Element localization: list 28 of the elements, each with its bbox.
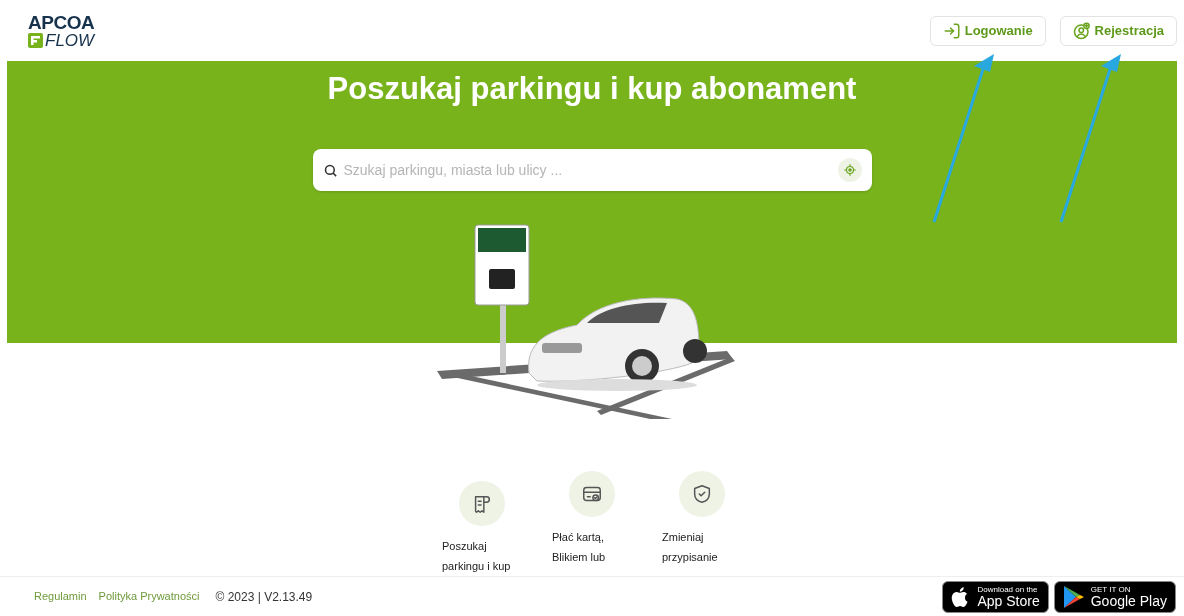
search-input[interactable]: Szukaj parkingu, miasta lub ulicy ... bbox=[343, 159, 832, 181]
footer-link[interactable]: Polityka Prywatności bbox=[98, 588, 200, 605]
register-button[interactable]: Rejestracja bbox=[1059, 15, 1177, 46]
login-button[interactable]: Logowanie bbox=[929, 15, 1046, 46]
store-badge[interactable]: GET IT ON Google Play bbox=[1053, 580, 1176, 613]
feature-text: Zmieniaj przypisanie bbox=[662, 530, 719, 565]
location-icon bbox=[842, 163, 857, 177]
logo-wordmark: APCOA bbox=[28, 12, 95, 32]
store-name: App Store bbox=[977, 593, 1040, 608]
shield-icon bbox=[691, 483, 713, 505]
store-name: Google Play bbox=[1090, 593, 1167, 608]
login-icon bbox=[942, 21, 961, 40]
store-caption: GET IT ON bbox=[1090, 585, 1132, 594]
logo-icon bbox=[28, 32, 43, 48]
location-button[interactable] bbox=[837, 158, 862, 182]
feature-text: Poszukaj parkingu i kup bbox=[442, 539, 512, 574]
hero-title: Poszukaj parkingu i kup abonament bbox=[327, 70, 857, 108]
logo[interactable]: APCOA FLOW bbox=[28, 12, 95, 49]
logo-subtitle: FLOW bbox=[45, 31, 95, 49]
store-caption: Download on the bbox=[977, 585, 1039, 594]
version-text: © 2023 | V2.13.49 bbox=[215, 588, 313, 606]
search-field[interactable]: Szukaj parkingu, miasta lub ulicy ... bbox=[312, 149, 872, 191]
user-add-icon bbox=[1072, 21, 1091, 40]
feature-text: Płać kartą, Blikiem lub bbox=[552, 530, 607, 565]
play-icon bbox=[1062, 584, 1085, 609]
search-icon bbox=[322, 162, 338, 178]
footer-link[interactable]: Regulamin bbox=[34, 588, 87, 605]
store-badge[interactable]: Download on the App Store bbox=[942, 580, 1049, 613]
